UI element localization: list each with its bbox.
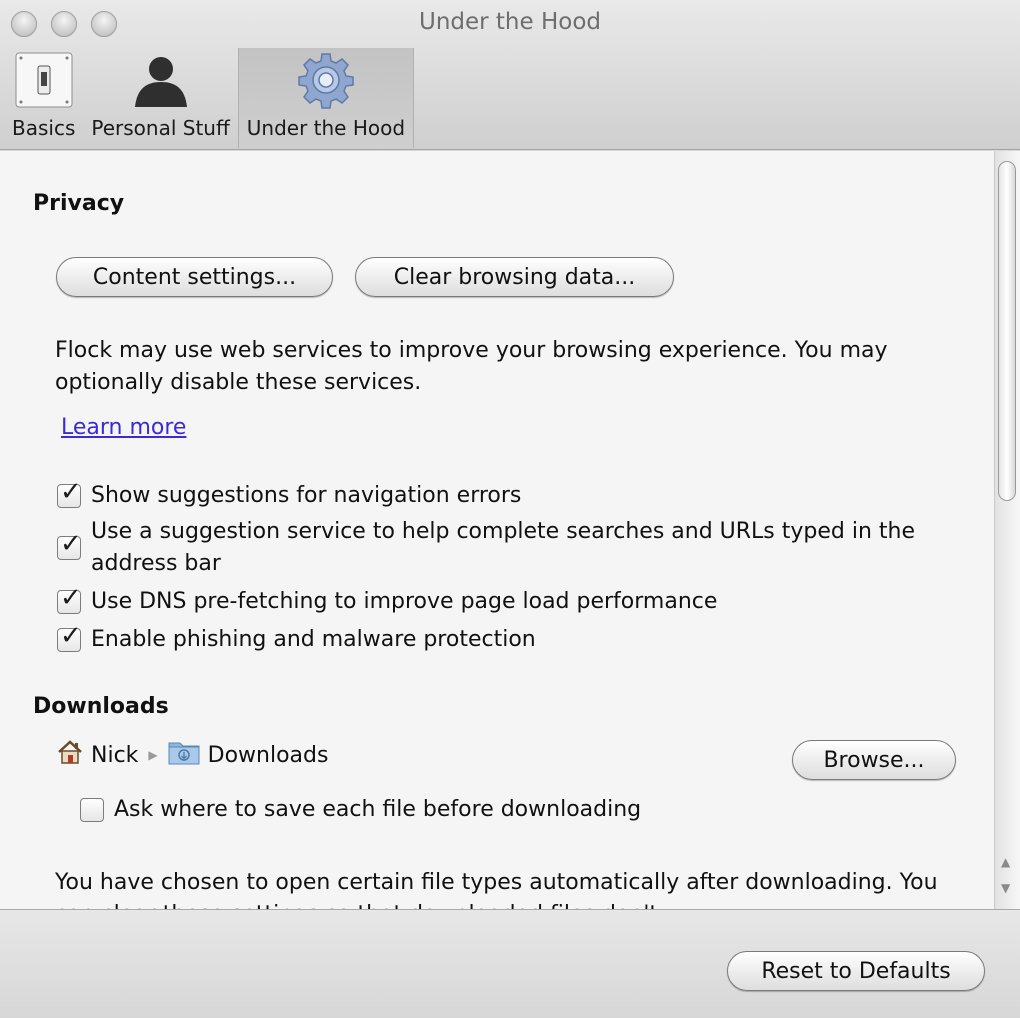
checkmark-icon: ✓ xyxy=(60,529,82,559)
dns-prefetching-label: Use DNS pre-fetching to improve page loa… xyxy=(91,589,718,614)
download-location-path[interactable]: Nick ▶ Downloads xyxy=(57,739,328,771)
navigation-errors-label: Show suggestions for navigation errors xyxy=(91,483,522,508)
window-toolbar: Under the Hood Basics Personal Stuff Und… xyxy=(0,0,1020,150)
preferences-content: Privacy Content settings... Clear browsi… xyxy=(0,151,994,909)
reset-to-defaults-button[interactable]: Reset to Defaults xyxy=(727,951,985,991)
tab-basics[interactable]: Basics xyxy=(4,48,83,148)
tab-personal-stuff-label: Personal Stuff xyxy=(91,116,230,140)
learn-more-link[interactable]: Learn more xyxy=(61,415,186,440)
phishing-protection-checkbox[interactable]: ✓ xyxy=(57,623,82,652)
auto-open-description: You have chosen to open certain file typ… xyxy=(55,870,938,909)
scrollbar-thumb[interactable] xyxy=(998,161,1016,501)
path-home-label: Nick xyxy=(91,742,139,768)
tab-under-the-hood[interactable]: Under the Hood xyxy=(237,48,415,148)
suggestion-service-checkbox[interactable]: ✓ xyxy=(57,531,82,560)
tab-basics-label: Basics xyxy=(12,116,76,140)
option-phishing-protection[interactable]: ✓ Enable phishing and malware protection xyxy=(57,623,536,656)
ask-where-to-save-label: Ask where to save each file before downl… xyxy=(114,797,642,822)
checkmark-icon: ✓ xyxy=(60,583,82,613)
vertical-scrollbar[interactable]: ▲ ▼ xyxy=(994,151,1020,909)
content-settings-button[interactable]: Content settings... xyxy=(56,257,333,297)
suggestion-service-label: Use a suggestion service to help complet… xyxy=(91,519,916,576)
privacy-description: Flock may use web services to improve yo… xyxy=(55,338,888,395)
clear-browsing-data-button[interactable]: Clear browsing data... xyxy=(355,257,674,297)
window-title: Under the Hood xyxy=(418,9,602,35)
checkmark-icon: ✓ xyxy=(60,621,82,651)
navigation-errors-checkbox[interactable]: ✓ xyxy=(57,479,82,508)
option-navigation-errors[interactable]: ✓ Show suggestions for navigation errors xyxy=(57,479,522,512)
scroll-down-arrow-icon[interactable]: ▼ xyxy=(1001,881,1010,895)
phishing-protection-label: Enable phishing and malware protection xyxy=(91,627,536,652)
option-dns-prefetching[interactable]: ✓ Use DNS pre-fetching to improve page l… xyxy=(57,585,718,618)
downloads-folder-icon xyxy=(168,739,200,771)
ask-where-to-save-checkbox[interactable] xyxy=(80,798,104,822)
home-icon xyxy=(57,739,83,771)
path-folder-label: Downloads xyxy=(207,742,329,768)
path-separator-icon: ▶ xyxy=(148,748,158,762)
option-ask-where-to-save[interactable]: Ask where to save each file before downl… xyxy=(80,794,641,826)
dns-prefetching-checkbox[interactable]: ✓ xyxy=(57,585,82,614)
footer-bar: Reset to Defaults xyxy=(0,909,1020,1018)
gear-icon xyxy=(296,50,356,110)
checkmark-icon: ✓ xyxy=(60,477,82,507)
person-icon xyxy=(133,50,189,110)
tab-under-the-hood-label: Under the Hood xyxy=(246,116,406,140)
browse-button[interactable]: Browse... xyxy=(792,740,956,780)
scroll-up-arrow-icon[interactable]: ▲ xyxy=(1001,855,1010,869)
option-suggestion-service[interactable]: ✓ Use a suggestion service to help compl… xyxy=(57,516,951,580)
tab-personal-stuff[interactable]: Personal Stuff xyxy=(83,48,237,148)
preferences-tabs: Basics Personal Stuff Under the Hood xyxy=(4,48,415,148)
privacy-heading: Privacy xyxy=(33,191,125,216)
switch-icon xyxy=(15,50,73,110)
downloads-heading: Downloads xyxy=(33,694,169,719)
